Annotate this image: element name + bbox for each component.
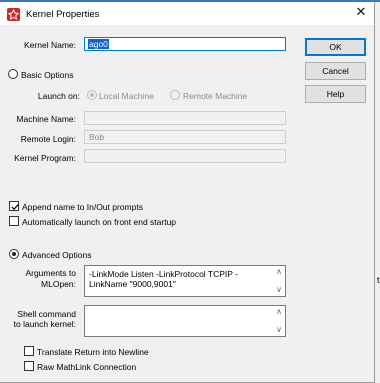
advanced-options-label: Advanced Options (22, 250, 92, 260)
shell-command-label: Shell command to launch kernel: (4, 309, 76, 329)
remote-login-label: Remote Login: (20, 134, 76, 144)
advanced-options-radio[interactable] (9, 249, 19, 259)
arguments-value: -LinkMode Listen -LinkProtocol TCPIP -Li… (89, 269, 238, 289)
scroll-up-icon[interactable]: ∧ (274, 267, 284, 277)
arguments-label: Arguments to MLOpen: (6, 268, 76, 290)
local-machine-radio[interactable] (87, 90, 97, 100)
kernel-name-label: Kernel Name: (24, 40, 76, 50)
window-title: Kernel Properties (26, 9, 100, 20)
cancel-button[interactable]: Cancel (305, 62, 366, 80)
machine-name-label: Machine Name: (16, 114, 76, 124)
translate-return-checkbox[interactable] (24, 346, 34, 356)
basic-options-radio[interactable] (8, 69, 18, 79)
background-text-fragment: t (377, 275, 380, 285)
scroll-up-icon[interactable]: ∧ (274, 307, 284, 317)
mathematica-app-icon (7, 8, 20, 21)
raw-mathlink-checkbox[interactable] (24, 361, 34, 371)
close-icon[interactable]: ✕ (355, 5, 367, 18)
auto-launch-checkbox[interactable] (9, 216, 19, 226)
shell-command-label-line2: to launch kernel: (13, 319, 76, 329)
shell-command-label-line1: Shell command (17, 309, 76, 319)
help-button[interactable]: Help (305, 85, 366, 103)
local-machine-label: Local Machine (99, 91, 154, 101)
raw-mathlink-label: Raw MathLink Connection (37, 362, 137, 372)
translate-return-label: Translate Return into Newline (37, 347, 149, 357)
auto-launch-label: Automatically launch on front end startu… (22, 217, 177, 227)
basic-options-label: Basic Options (21, 70, 74, 80)
launch-on-label: Launch on: (37, 91, 80, 101)
kernel-program-input[interactable] (84, 149, 286, 163)
shell-command-textarea[interactable]: ∧ ∨ (84, 305, 286, 337)
remote-login-input[interactable]: Bob (84, 130, 286, 144)
kernel-name-value: ago0 (88, 39, 109, 49)
append-name-checkbox[interactable] (9, 201, 19, 211)
scroll-down-icon[interactable]: ∨ (274, 325, 284, 335)
machine-name-input[interactable] (84, 111, 286, 125)
kernel-name-input[interactable]: ago0 (84, 37, 286, 51)
ok-button[interactable]: OK (305, 38, 366, 56)
arguments-textarea[interactable]: -LinkMode Listen -LinkProtocol TCPIP -Li… (84, 265, 286, 297)
scroll-down-icon[interactable]: ∨ (274, 285, 284, 295)
arguments-label-line2: MLOpen: (41, 279, 76, 289)
remote-machine-label: Remote Machine (183, 91, 248, 101)
remote-machine-radio[interactable] (170, 90, 180, 100)
kernel-program-label: Kernel Program: (14, 153, 76, 163)
append-name-label: Append name to In/Out prompts (22, 202, 143, 212)
remote-login-value: Bob (89, 132, 105, 142)
arguments-label-line1: Arguments to (25, 268, 76, 278)
